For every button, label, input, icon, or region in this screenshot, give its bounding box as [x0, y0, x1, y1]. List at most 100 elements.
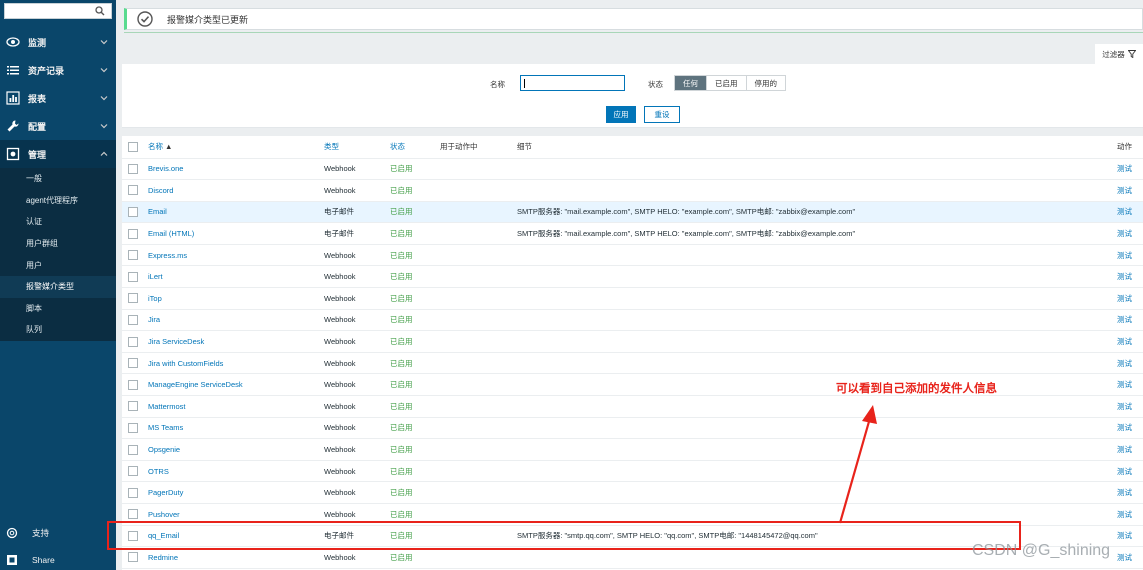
- test-link[interactable]: 测试: [1117, 423, 1132, 432]
- reset-button[interactable]: 重设: [644, 106, 680, 123]
- header-name[interactable]: 名称 ▲: [148, 136, 324, 159]
- media-type-status-link[interactable]: 已启用: [390, 553, 413, 562]
- submenu-authentication[interactable]: 认证: [0, 211, 116, 233]
- header-status[interactable]: 状态: [390, 136, 440, 159]
- row-checkbox[interactable]: [128, 271, 138, 282]
- row-checkbox[interactable]: [128, 401, 138, 412]
- media-type-status-link[interactable]: 已启用: [390, 164, 413, 173]
- test-link[interactable]: 测试: [1117, 294, 1132, 303]
- test-link[interactable]: 测试: [1117, 553, 1132, 562]
- test-link[interactable]: 测试: [1117, 315, 1132, 324]
- submenu-scripts[interactable]: 脚本: [0, 298, 116, 320]
- menu-configuration[interactable]: 配置: [0, 112, 116, 140]
- media-type-status-link[interactable]: 已启用: [390, 510, 413, 519]
- media-type-name-link[interactable]: OTRS: [148, 467, 169, 476]
- media-type-status-link[interactable]: 已启用: [390, 251, 413, 260]
- row-checkbox[interactable]: [128, 509, 138, 520]
- row-checkbox[interactable]: [128, 185, 138, 196]
- media-type-status-link[interactable]: 已启用: [390, 380, 413, 389]
- media-type-status-link[interactable]: 已启用: [390, 315, 413, 324]
- support-link[interactable]: 支持: [0, 521, 116, 545]
- test-link[interactable]: 测试: [1117, 510, 1132, 519]
- media-type-status-link[interactable]: 已启用: [390, 207, 413, 216]
- row-checkbox[interactable]: [128, 163, 138, 174]
- row-checkbox[interactable]: [128, 206, 138, 217]
- media-type-status-link[interactable]: 已启用: [390, 488, 413, 497]
- media-type-name-link[interactable]: Pushover: [148, 510, 180, 519]
- media-type-status-link[interactable]: 已启用: [390, 186, 413, 195]
- select-all-checkbox[interactable]: [128, 141, 138, 152]
- status-option-disabled[interactable]: 停用的: [746, 76, 785, 90]
- filter-tab[interactable]: 过滤器: [1095, 44, 1143, 64]
- media-type-status-link[interactable]: 已启用: [390, 272, 413, 281]
- media-type-name-link[interactable]: Email (HTML): [148, 229, 194, 238]
- filter-name-input[interactable]: [520, 75, 625, 91]
- media-type-name-link[interactable]: iLert: [148, 272, 163, 281]
- row-checkbox[interactable]: [128, 228, 138, 239]
- row-checkbox[interactable]: [128, 530, 138, 541]
- media-type-name-link[interactable]: Express.ms: [148, 251, 187, 260]
- status-option-enabled[interactable]: 已启用: [707, 76, 747, 90]
- media-type-name-link[interactable]: ManageEngine ServiceDesk: [148, 380, 243, 389]
- header-name-label[interactable]: 名称: [148, 142, 163, 151]
- media-type-name-link[interactable]: Email: [148, 207, 167, 216]
- row-checkbox[interactable]: [128, 314, 138, 325]
- status-option-any[interactable]: 任何: [675, 76, 707, 90]
- test-link[interactable]: 测试: [1117, 229, 1132, 238]
- media-type-name-link[interactable]: Redmine: [148, 553, 178, 562]
- test-link[interactable]: 测试: [1117, 251, 1132, 260]
- row-checkbox[interactable]: [128, 358, 138, 369]
- test-link[interactable]: 测试: [1117, 380, 1132, 389]
- submenu-proxies[interactable]: agent代理程序: [0, 190, 116, 212]
- sidebar-search-input[interactable]: [5, 4, 89, 18]
- test-link[interactable]: 测试: [1117, 467, 1132, 476]
- media-type-status-link[interactable]: 已启用: [390, 402, 413, 411]
- menu-inventory[interactable]: 资产记录: [0, 56, 116, 84]
- test-link[interactable]: 测试: [1117, 359, 1132, 368]
- test-link[interactable]: 测试: [1117, 488, 1132, 497]
- row-checkbox[interactable]: [128, 293, 138, 304]
- header-status-label[interactable]: 状态: [390, 142, 405, 151]
- apply-button[interactable]: 应用: [606, 106, 636, 123]
- submenu-user-groups[interactable]: 用户群组: [0, 233, 116, 255]
- menu-reports[interactable]: 报表: [0, 84, 116, 112]
- media-type-name-link[interactable]: Jira ServiceDesk: [148, 337, 204, 346]
- media-type-name-link[interactable]: Opsgenie: [148, 445, 180, 454]
- media-type-name-link[interactable]: Brevis.one: [148, 164, 183, 173]
- media-type-name-link[interactable]: Jira: [148, 315, 160, 324]
- row-checkbox[interactable]: [128, 466, 138, 477]
- test-link[interactable]: 测试: [1117, 445, 1132, 454]
- submenu-media-types[interactable]: 报警媒介类型: [0, 275, 116, 298]
- row-checkbox[interactable]: [128, 379, 138, 390]
- submenu-queue[interactable]: 队列: [0, 319, 116, 341]
- media-type-status-link[interactable]: 已启用: [390, 445, 413, 454]
- media-type-name-link[interactable]: iTop: [148, 294, 162, 303]
- media-type-status-link[interactable]: 已启用: [390, 294, 413, 303]
- search-icon[interactable]: [95, 6, 105, 16]
- test-link[interactable]: 测试: [1117, 207, 1132, 216]
- test-link[interactable]: 测试: [1117, 186, 1132, 195]
- media-type-name-link[interactable]: Jira with CustomFields: [148, 359, 223, 368]
- submenu-users[interactable]: 用户: [0, 254, 116, 276]
- submenu-general[interactable]: 一般: [0, 168, 116, 190]
- media-type-name-link[interactable]: qq_Email: [148, 531, 179, 540]
- share-link[interactable]: Share: [0, 548, 116, 570]
- media-type-name-link[interactable]: MS Teams: [148, 423, 183, 432]
- row-checkbox[interactable]: [128, 250, 138, 261]
- media-type-status-link[interactable]: 已启用: [390, 337, 413, 346]
- row-checkbox[interactable]: [128, 422, 138, 433]
- test-link[interactable]: 测试: [1117, 402, 1132, 411]
- row-checkbox[interactable]: [128, 336, 138, 347]
- test-link[interactable]: 测试: [1117, 164, 1132, 173]
- menu-monitoring[interactable]: 监测: [0, 28, 116, 56]
- row-checkbox[interactable]: [128, 444, 138, 455]
- test-link[interactable]: 测试: [1117, 337, 1132, 346]
- test-link[interactable]: 测试: [1117, 531, 1132, 540]
- menu-administration[interactable]: 管理: [0, 140, 116, 168]
- header-type-label[interactable]: 类型: [324, 142, 339, 151]
- media-type-status-link[interactable]: 已启用: [390, 229, 413, 238]
- header-type[interactable]: 类型: [324, 136, 390, 159]
- test-link[interactable]: 测试: [1117, 272, 1132, 281]
- row-checkbox[interactable]: [128, 487, 138, 498]
- row-checkbox[interactable]: [128, 552, 138, 563]
